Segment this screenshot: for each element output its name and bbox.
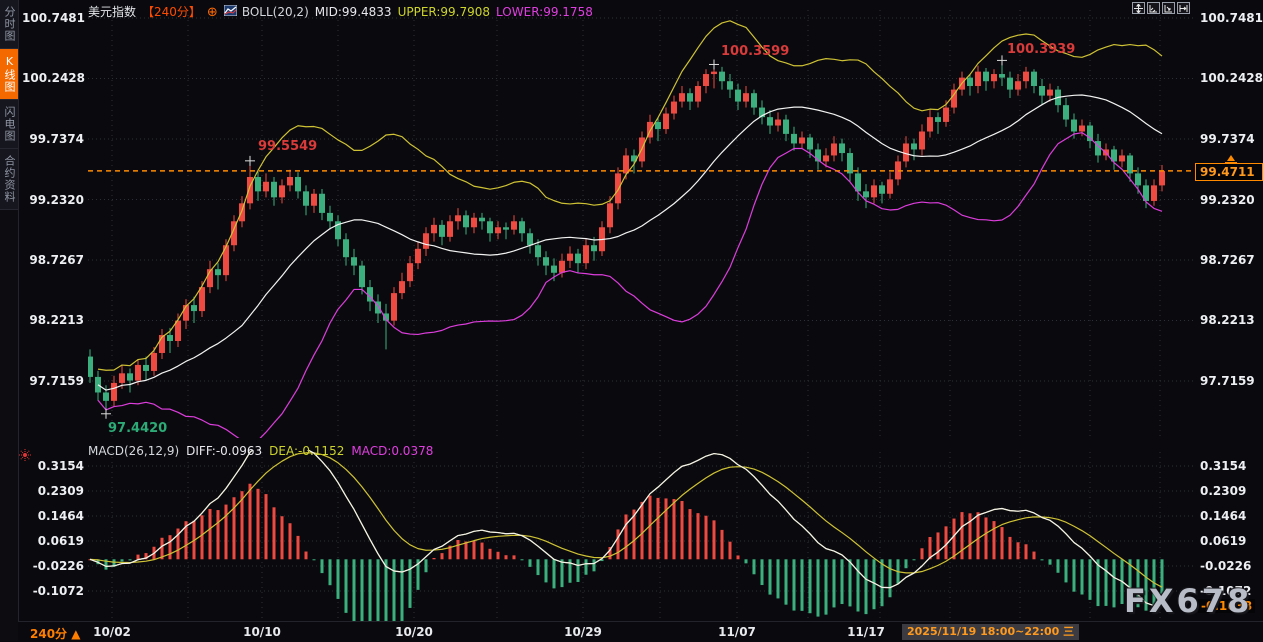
- boll-indicator-label: BOLL(20,2): [242, 5, 309, 19]
- macd-settings-icon[interactable]: [19, 446, 31, 465]
- price-annotation: 100.3599: [721, 44, 789, 59]
- date-axis-label: 10/20: [395, 625, 433, 639]
- macd-axis-label-right: -0.0226: [1200, 559, 1262, 573]
- zoom-in-x-icon[interactable]: [1162, 2, 1175, 14]
- macd-header: MACD(26,12,9) DIFF:-0.0963 DEA:-0.1152 MACD…: [88, 444, 440, 458]
- bottom-time-axis: 240分 ▲ 2025/11/19 18:00~22:00 三 10/02 10/…: [18, 621, 1263, 642]
- price-annotation: 97.4420: [108, 421, 167, 436]
- macd-axis-label-left: 0.2309: [22, 484, 84, 498]
- price-axis-label-right: 99.2320: [1200, 193, 1262, 207]
- price-axis-label-right: 100.7481: [1200, 11, 1262, 25]
- date-axis-label: 10/10: [243, 625, 281, 639]
- date-axis-label: 11/07: [718, 625, 756, 639]
- crosshair-icon[interactable]: [1132, 2, 1145, 14]
- macd-axis-label-right: 0.3154: [1200, 459, 1262, 473]
- chart-toolbar: [1132, 2, 1190, 14]
- macd-axis-label-left: 0.3154: [22, 459, 84, 473]
- price-axis-label-left: 100.7481: [22, 11, 84, 25]
- period-selector[interactable]: 240分 ▲: [30, 625, 80, 642]
- macd-axis-label-right: 0.2309: [1200, 484, 1262, 498]
- pan-right-icon[interactable]: [1177, 2, 1190, 14]
- date-axis-label: 10/02: [93, 625, 131, 639]
- add-indicator-icon[interactable]: ⊕: [207, 5, 218, 20]
- macd-axis-label-left: 0.1464: [22, 509, 84, 523]
- kline-chart-canvas[interactable]: [0, 0, 1263, 641]
- date-axis-label: 11/17: [847, 625, 885, 639]
- price-axis-label-left: 98.7267: [22, 253, 84, 267]
- price-axis-label-right: 97.7159: [1200, 374, 1262, 388]
- macd-axis-label-left: -0.0226: [22, 559, 84, 573]
- period-badge: 【240分】: [142, 5, 201, 19]
- sidebar-tab-time-chart[interactable]: 分时图: [0, 0, 18, 49]
- chart-app: { "app": { "watermark": "FX678" }, "side…: [0, 0, 1263, 641]
- macd-macd-value: MACD:0.0378: [351, 444, 433, 458]
- date-axis-label: 10/29: [564, 625, 602, 639]
- price-axis-label-left: 99.7374: [22, 132, 84, 146]
- macd-indicator-label: MACD(26,12,9): [88, 444, 179, 458]
- macd-layer: [89, 439, 1164, 641]
- macd-axis-label-right: 0.0619: [1200, 534, 1262, 548]
- macd-axis-label-right: 0.1464: [1200, 509, 1262, 523]
- boll-upper-value: UPPER:99.7908: [398, 5, 490, 19]
- price-axis-label-left: 98.2213: [22, 313, 84, 327]
- chart-header: 美元指数【240分】 ⊕ BOLL(20,2) MID:99.4833 UPPER:99…: [88, 3, 599, 20]
- zoom-out-x-icon[interactable]: [1147, 2, 1160, 14]
- macd-dea-value: DEA:-0.1152: [269, 444, 344, 458]
- price-axis-label-right: 99.7374: [1200, 132, 1262, 146]
- price-axis-label-right: 98.7267: [1200, 253, 1262, 267]
- price-axis-label-left: 99.2320: [22, 193, 84, 207]
- period-up-arrow-icon: ▲: [71, 627, 80, 641]
- session-time-label: 2025/11/19 18:00~22:00 三: [902, 624, 1079, 640]
- boll-mid-value: MID:99.4833: [315, 5, 392, 19]
- sidebar-tab-contract-info[interactable]: 合约资料: [0, 149, 18, 210]
- price-axis-label-left: 100.2428: [22, 71, 84, 85]
- price-annotation: 100.3939: [1007, 42, 1075, 57]
- price-axis-label-left: 97.7159: [22, 374, 84, 388]
- mini-chart-icon[interactable]: [224, 5, 237, 19]
- macd-diff-value: DIFF:-0.0963: [186, 444, 262, 458]
- candles-layer: [87, 60, 1165, 413]
- price-marker-icon: [1224, 150, 1238, 169]
- price-axis-label-right: 100.2428: [1200, 71, 1262, 85]
- price-axis-label-right: 98.2213: [1200, 313, 1262, 327]
- symbol-name: 美元指数: [88, 5, 136, 19]
- fx678-watermark: FX678: [1124, 582, 1252, 620]
- macd-axis-label-left: 0.0619: [22, 534, 84, 548]
- sidebar-tab-lightning-chart[interactable]: 闪电图: [0, 100, 18, 149]
- boll-lower-value: LOWER:99.1758: [496, 5, 593, 19]
- macd-axis-label-left: -0.1072: [22, 584, 84, 598]
- sidebar-tab-kline-chart[interactable]: K线图: [0, 49, 18, 100]
- left-sidebar: 分时图 K线图 闪电图 合约资料: [0, 0, 19, 641]
- price-annotation: 99.5549: [258, 139, 317, 154]
